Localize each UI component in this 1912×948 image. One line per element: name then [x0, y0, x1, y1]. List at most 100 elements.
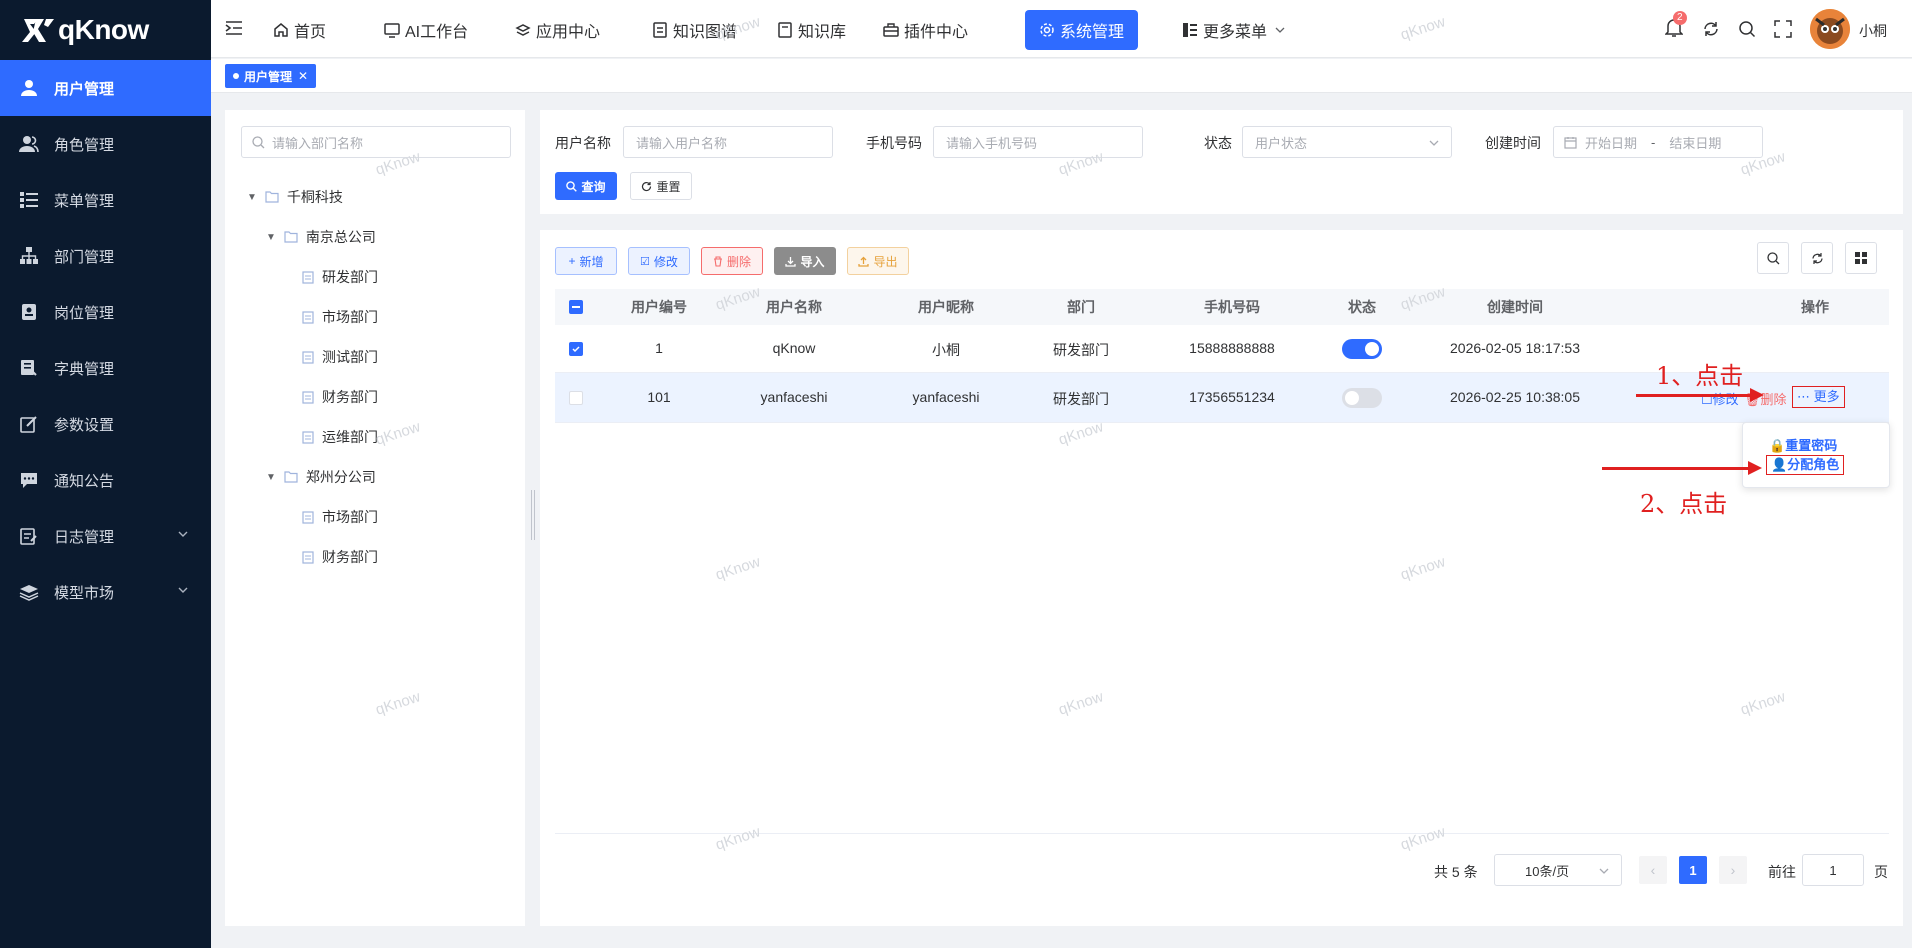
tree-node-nanjing[interactable]: ▼ 南京总公司: [266, 226, 376, 248]
tree-node-leaf[interactable]: 研发部门: [302, 266, 378, 288]
sidebar-item-label: 部门管理: [54, 248, 115, 266]
tab-user-management[interactable]: 用户管理 ✕: [225, 64, 317, 88]
created-time-label: 创建时间: [1485, 135, 1541, 151]
log-icon: [18, 525, 40, 547]
nav-home[interactable]: 首页: [263, 10, 336, 50]
cell-created-time: 2026-02-25 10:38:05: [1450, 389, 1580, 405]
status-switch-off[interactable]: [1342, 388, 1382, 408]
query-button[interactable]: 查询: [555, 172, 617, 200]
nav-more-menu[interactable]: 更多菜单: [1172, 10, 1300, 50]
badge-icon: [18, 301, 40, 323]
folder-icon: [284, 471, 298, 483]
refresh-icon[interactable]: [1702, 20, 1720, 41]
tree-node-leaf[interactable]: 市场部门: [302, 306, 378, 328]
import-button[interactable]: 导入: [774, 247, 836, 275]
dept-search-input[interactable]: 请输入部门名称: [241, 126, 511, 158]
tree-node-leaf[interactable]: 市场部门: [302, 506, 378, 528]
app-logo[interactable]: qKnow: [0, 0, 211, 60]
chevron-down-icon: [178, 587, 188, 593]
phone-input[interactable]: 请输入手机号码: [933, 126, 1143, 158]
username-input[interactable]: 请输入用户名称: [623, 126, 833, 158]
goto-page-input[interactable]: 1: [1802, 854, 1864, 886]
graph-icon: [653, 22, 667, 38]
cell-user-id: 101: [647, 389, 671, 405]
sidebar-item-dept[interactable]: 部门管理: [0, 228, 211, 284]
page-size-select[interactable]: 10条/页: [1494, 854, 1622, 886]
nav-knowledge-graph[interactable]: 知识图谱: [642, 10, 747, 50]
search-icon[interactable]: [1738, 20, 1756, 41]
sidebar-item-role[interactable]: 角色管理: [0, 116, 211, 172]
page-number-button[interactable]: 1: [1679, 856, 1707, 884]
reset-password-item[interactable]: 🔒重置密码: [1769, 435, 1837, 454]
resize-handle[interactable]: [531, 490, 535, 540]
columns-button[interactable]: [1845, 242, 1877, 274]
assign-role-item[interactable]: 👤分配角色: [1766, 455, 1845, 475]
row-edit-link[interactable]: ☐修改: [1701, 389, 1739, 408]
book-icon: [778, 22, 792, 38]
edit-button[interactable]: ☑ 修改: [628, 247, 690, 275]
tree-node-root[interactable]: ▼ 千桐科技: [247, 186, 343, 208]
refresh-table-button[interactable]: [1801, 242, 1833, 274]
briefcase-icon: [883, 23, 899, 37]
close-icon[interactable]: ✕: [298, 69, 308, 83]
date-range-picker[interactable]: 开始日期 - 结束日期: [1553, 126, 1763, 158]
tree-node-leaf[interactable]: 财务部门: [302, 386, 378, 408]
sidebar-item-user[interactable]: 用户管理: [0, 60, 211, 116]
status-switch-on[interactable]: [1342, 339, 1382, 359]
tree-node-zhengzhou[interactable]: ▼ 郑州分公司: [266, 466, 376, 488]
nav-system-management[interactable]: 系统管理: [1025, 10, 1139, 50]
select-all-checkbox[interactable]: [569, 300, 583, 314]
nav-app-center[interactable]: 应用中心: [505, 10, 610, 50]
search-panel: 用户名称 请输入用户名称 手机号码 请输入手机号码 状态 用户状态 创建时间 开…: [540, 110, 1903, 214]
sidebar-item-dict[interactable]: 字典管理: [0, 340, 211, 396]
sidebar-item-menu[interactable]: 菜单管理: [0, 172, 211, 228]
username-label[interactable]: 小桐: [1859, 21, 1887, 41]
column-header: 用户名称: [766, 299, 822, 315]
export-button[interactable]: 导出: [847, 247, 909, 275]
sidebar-item-config[interactable]: 参数设置: [0, 396, 211, 452]
book-icon: [18, 357, 40, 379]
sidebar-item-log[interactable]: 日志管理: [0, 508, 211, 564]
user-icon: 👤: [1771, 457, 1788, 472]
avatar[interactable]: [1810, 9, 1850, 49]
sidebar-item-post[interactable]: 岗位管理: [0, 284, 211, 340]
document-icon: [302, 310, 314, 324]
reset-button[interactable]: 重置: [630, 172, 692, 200]
tree-node-leaf[interactable]: 财务部门: [302, 546, 378, 568]
toggle-search-button[interactable]: [1757, 242, 1789, 274]
grid-menu-icon: [1183, 23, 1197, 37]
folder-icon: [265, 191, 279, 203]
refresh-icon: [1811, 252, 1823, 264]
row-checkbox[interactable]: [569, 342, 583, 356]
cell-phone: 15888888888: [1189, 340, 1275, 356]
cell-phone: 17356551234: [1189, 389, 1275, 405]
document-icon: [302, 390, 314, 404]
monitor-icon: [384, 23, 400, 38]
row-checkbox[interactable]: [569, 391, 583, 405]
add-button[interactable]: + 新增: [555, 247, 617, 275]
collapse-menu-icon[interactable]: [225, 20, 243, 39]
sidebar-item-notice[interactable]: 通知公告: [0, 452, 211, 508]
nav-knowledge-base[interactable]: 知识库: [767, 10, 856, 50]
prev-page-button[interactable]: ‹: [1639, 856, 1667, 884]
message-icon: [18, 469, 40, 491]
sidebar-item-model[interactable]: 模型市场: [0, 564, 211, 620]
caret-down-icon: ▼: [266, 471, 276, 483]
search-icon: [252, 136, 265, 149]
upload-icon: [858, 256, 870, 267]
tree-node-leaf[interactable]: 运维部门: [302, 426, 378, 448]
fullscreen-icon[interactable]: [1774, 20, 1792, 41]
cell-nickname: yanfaceshi: [912, 389, 980, 405]
status-select[interactable]: 用户状态: [1242, 126, 1452, 158]
folder-icon: [284, 231, 298, 243]
nav-ai-workbench[interactable]: AI工作台: [374, 10, 478, 50]
column-header: 用户昵称: [918, 299, 974, 315]
stack-icon: [515, 24, 531, 36]
nav-plugin-center[interactable]: 插件中心: [873, 10, 978, 50]
tree-node-leaf[interactable]: 测试部门: [302, 346, 378, 368]
sidebar-item-label: 模型市场: [54, 584, 115, 602]
sidebar-item-label: 菜单管理: [54, 192, 115, 210]
row-more-button[interactable]: ⋯ 更多: [1792, 386, 1845, 408]
delete-button[interactable]: 删除: [701, 247, 763, 275]
next-page-button[interactable]: ›: [1719, 856, 1747, 884]
